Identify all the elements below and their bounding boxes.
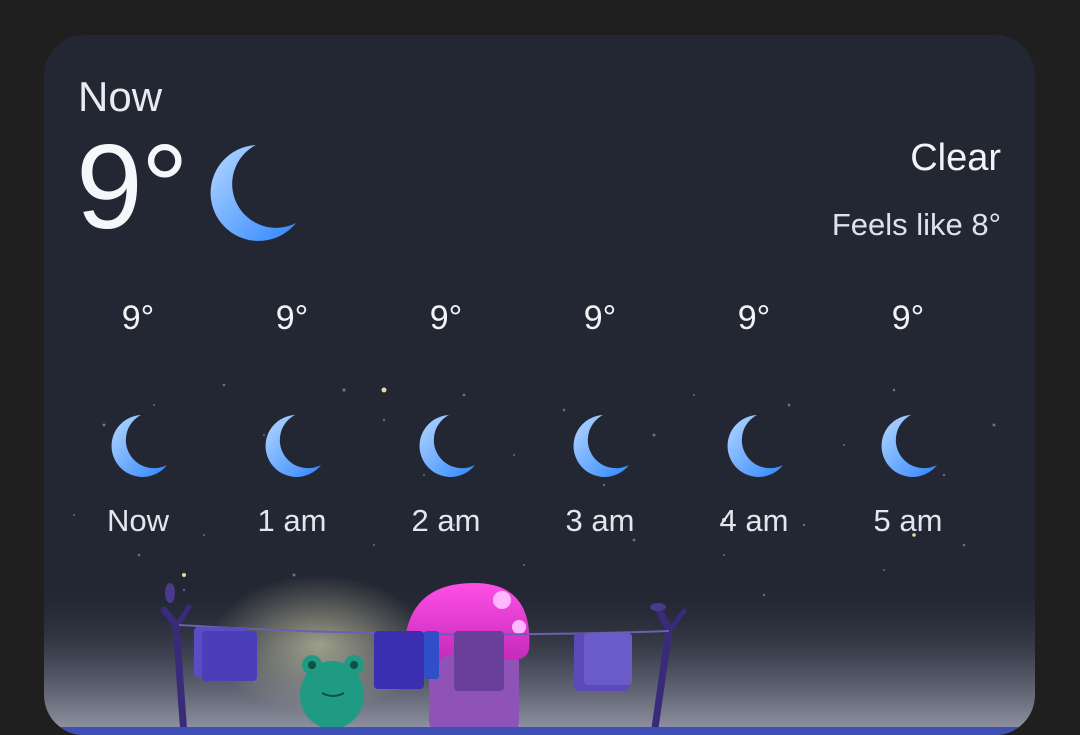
crescent-moon-icon (210, 145, 296, 241)
crescent-moon-icon (232, 413, 352, 481)
hourly-temperature: 9° (121, 299, 155, 337)
hourly-temperature: 9° (737, 299, 771, 337)
hourly-temperature: 9° (275, 299, 309, 337)
hourly-time: 1 am (257, 503, 327, 538)
weather-card[interactable]: Now 9° Clear Feels like 8° 9° Now 9° 1 a… (44, 35, 1035, 735)
hourly-temperature: 9° (583, 299, 617, 337)
crescent-moon-icon (694, 413, 814, 481)
hourly-time: 6 (1002, 503, 1035, 539)
hourly-time: 2 am (411, 503, 481, 538)
crescent-moon-icon (78, 413, 198, 481)
crescent-moon-icon (540, 413, 660, 481)
night-scene-illustration (44, 575, 1035, 735)
crescent-moon-icon (848, 413, 968, 481)
hourly-temperature: 9° (429, 299, 463, 337)
current-temperature: 9° (76, 120, 189, 254)
hourly-time: 3 am (565, 503, 635, 538)
hourly-time: 5 am (873, 503, 943, 538)
hourly-time: 4 am (719, 503, 789, 538)
crescent-moon-icon (1002, 413, 1035, 481)
hourly-temperature: 9° (891, 299, 925, 337)
current-condition: Clear (910, 137, 1001, 179)
hourly-time: Now (106, 503, 169, 538)
feels-like: Feels like 8° (831, 207, 1001, 242)
crescent-moon-icon (386, 413, 506, 481)
now-label: Now (78, 73, 163, 120)
